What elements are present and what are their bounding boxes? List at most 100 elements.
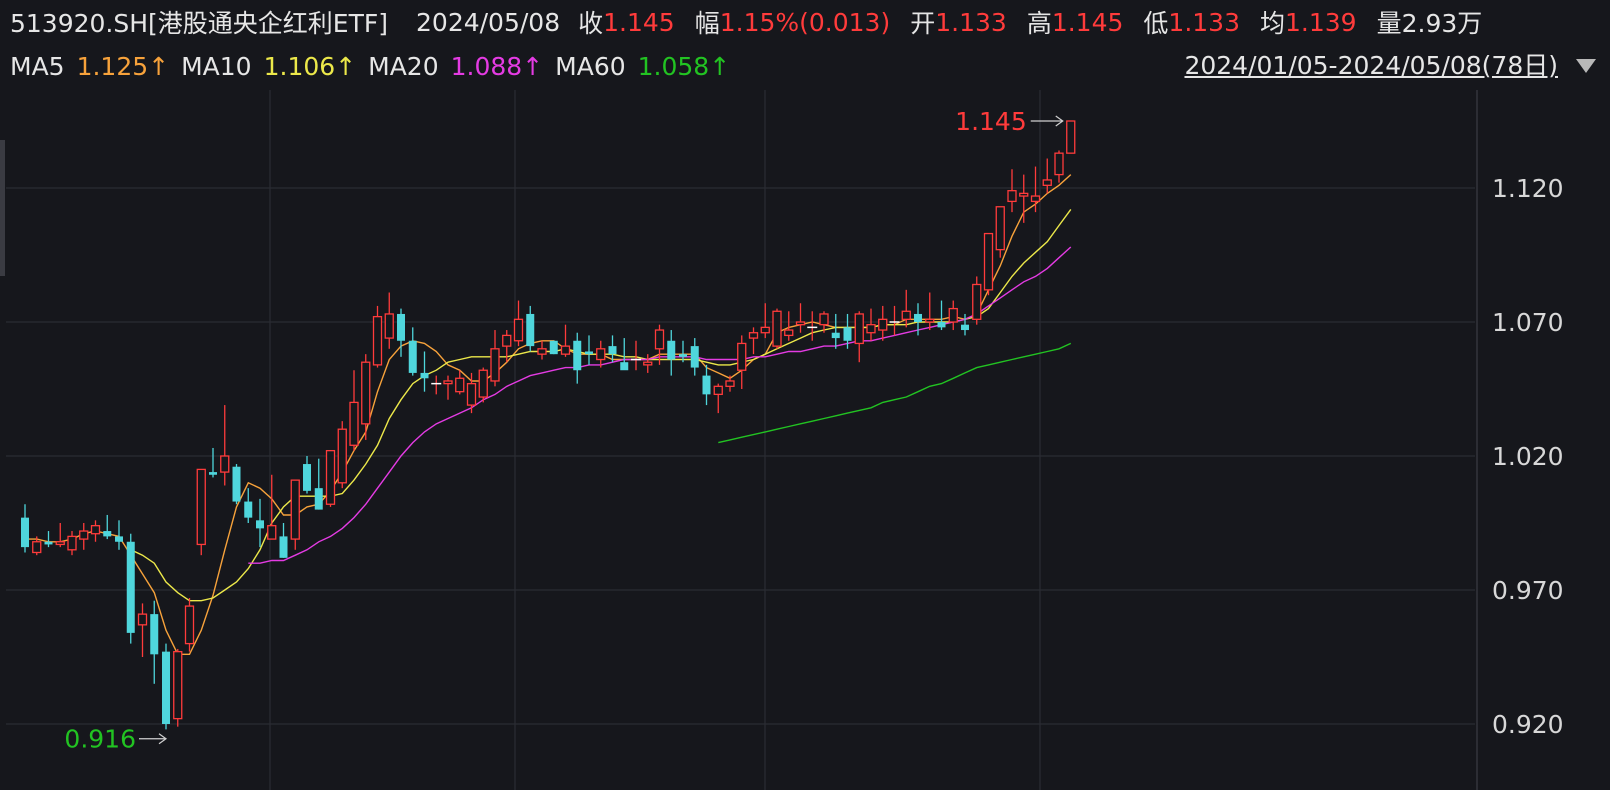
- candle-body-up: [760, 326, 770, 334]
- candle[interactable]: [948, 300, 958, 331]
- candle[interactable]: [596, 340, 606, 368]
- candle[interactable]: [643, 354, 653, 373]
- candle[interactable]: [937, 300, 946, 331]
- candle[interactable]: [103, 514, 112, 540]
- candle-body-down: [961, 324, 969, 331]
- candle[interactable]: [184, 598, 195, 652]
- candle-body-down: [702, 375, 711, 395]
- candle[interactable]: [79, 523, 89, 550]
- candle[interactable]: [713, 383, 723, 414]
- candle[interactable]: [585, 335, 593, 365]
- candle[interactable]: [807, 311, 818, 341]
- candle-body-up: [490, 348, 500, 382]
- candle[interactable]: [748, 327, 759, 355]
- candle[interactable]: [1054, 150, 1064, 183]
- candle[interactable]: [972, 276, 982, 325]
- candle[interactable]: [279, 523, 288, 558]
- candle[interactable]: [209, 447, 217, 478]
- candle[interactable]: [784, 311, 794, 341]
- candle[interactable]: [455, 370, 465, 395]
- candle-body-down: [279, 536, 288, 558]
- candle[interactable]: [290, 479, 300, 550]
- candle[interactable]: [760, 303, 770, 339]
- candle-body-up: [866, 324, 876, 334]
- candle-body-up: [32, 541, 42, 554]
- candle[interactable]: [620, 338, 629, 371]
- candle[interactable]: [220, 405, 230, 486]
- candle[interactable]: [303, 456, 311, 494]
- candle-body-up: [443, 380, 453, 385]
- candle[interactable]: [232, 464, 241, 505]
- candle[interactable]: [725, 375, 735, 392]
- candle-body-up: [372, 315, 383, 366]
- candle[interactable]: [55, 523, 65, 548]
- candle[interactable]: [690, 338, 699, 376]
- candle[interactable]: [349, 370, 359, 451]
- candle-body-up: [854, 313, 864, 345]
- candle[interactable]: [490, 330, 500, 387]
- candle[interactable]: [337, 421, 347, 489]
- candle[interactable]: [925, 292, 935, 331]
- candle[interactable]: [314, 458, 323, 510]
- candle[interactable]: [961, 313, 969, 336]
- candle[interactable]: [878, 305, 888, 341]
- candle[interactable]: [21, 504, 29, 553]
- candle[interactable]: [372, 305, 383, 368]
- candle[interactable]: [162, 643, 170, 730]
- left-scroll-handle[interactable]: [0, 140, 5, 276]
- candle[interactable]: [150, 600, 159, 684]
- candle[interactable]: [549, 340, 558, 355]
- candle[interactable]: [420, 351, 429, 392]
- candle[interactable]: [67, 531, 77, 556]
- candle[interactable]: [173, 648, 183, 727]
- candle[interactable]: [44, 531, 53, 548]
- candle-body-up: [1019, 192, 1029, 197]
- candle[interactable]: [478, 367, 488, 403]
- candle[interactable]: [537, 340, 547, 360]
- candle[interactable]: [325, 449, 336, 507]
- candle[interactable]: [1007, 169, 1017, 213]
- candle[interactable]: [702, 364, 711, 406]
- candle-body-up: [220, 455, 230, 473]
- candle[interactable]: [267, 474, 277, 540]
- candle[interactable]: [256, 498, 264, 548]
- candle[interactable]: [737, 335, 747, 389]
- candle[interactable]: [126, 533, 135, 644]
- candle-body-up: [173, 650, 183, 720]
- candle-body-down: [256, 520, 264, 529]
- candle-body-down: [397, 313, 405, 341]
- ma60-line: [718, 342, 1072, 444]
- candle[interactable]: [384, 292, 394, 349]
- candle[interactable]: [244, 488, 253, 523]
- candle[interactable]: [137, 603, 148, 657]
- candlestick-chart[interactable]: 1.120 1.070 1.020 0.970 0.920 1.145 0.916: [0, 0, 1610, 790]
- candle[interactable]: [560, 324, 571, 357]
- candle[interactable]: [408, 327, 417, 376]
- candle-body-down: [831, 332, 840, 339]
- candle[interactable]: [631, 340, 641, 371]
- candles[interactable]: [21, 120, 1076, 730]
- candle[interactable]: [889, 305, 900, 336]
- candle[interactable]: [90, 520, 101, 542]
- candle[interactable]: [995, 206, 1005, 258]
- ma10-line: [130, 208, 1072, 602]
- candle[interactable]: [1019, 174, 1029, 223]
- candle[interactable]: [866, 308, 876, 341]
- candle[interactable]: [361, 354, 371, 440]
- candle[interactable]: [513, 300, 524, 347]
- candle[interactable]: [831, 313, 840, 349]
- candle-body-down: [608, 346, 617, 355]
- candle[interactable]: [526, 305, 535, 352]
- candle[interactable]: [1066, 120, 1076, 154]
- candle-body-down: [21, 517, 29, 548]
- candle[interactable]: [795, 303, 806, 333]
- candle[interactable]: [573, 332, 582, 384]
- candle[interactable]: [772, 308, 782, 349]
- candle[interactable]: [196, 468, 206, 556]
- candle[interactable]: [431, 375, 442, 395]
- candle[interactable]: [854, 311, 864, 363]
- candle-body-up: [725, 380, 735, 387]
- candle[interactable]: [667, 330, 676, 376]
- candle[interactable]: [983, 232, 994, 296]
- candle[interactable]: [443, 375, 453, 400]
